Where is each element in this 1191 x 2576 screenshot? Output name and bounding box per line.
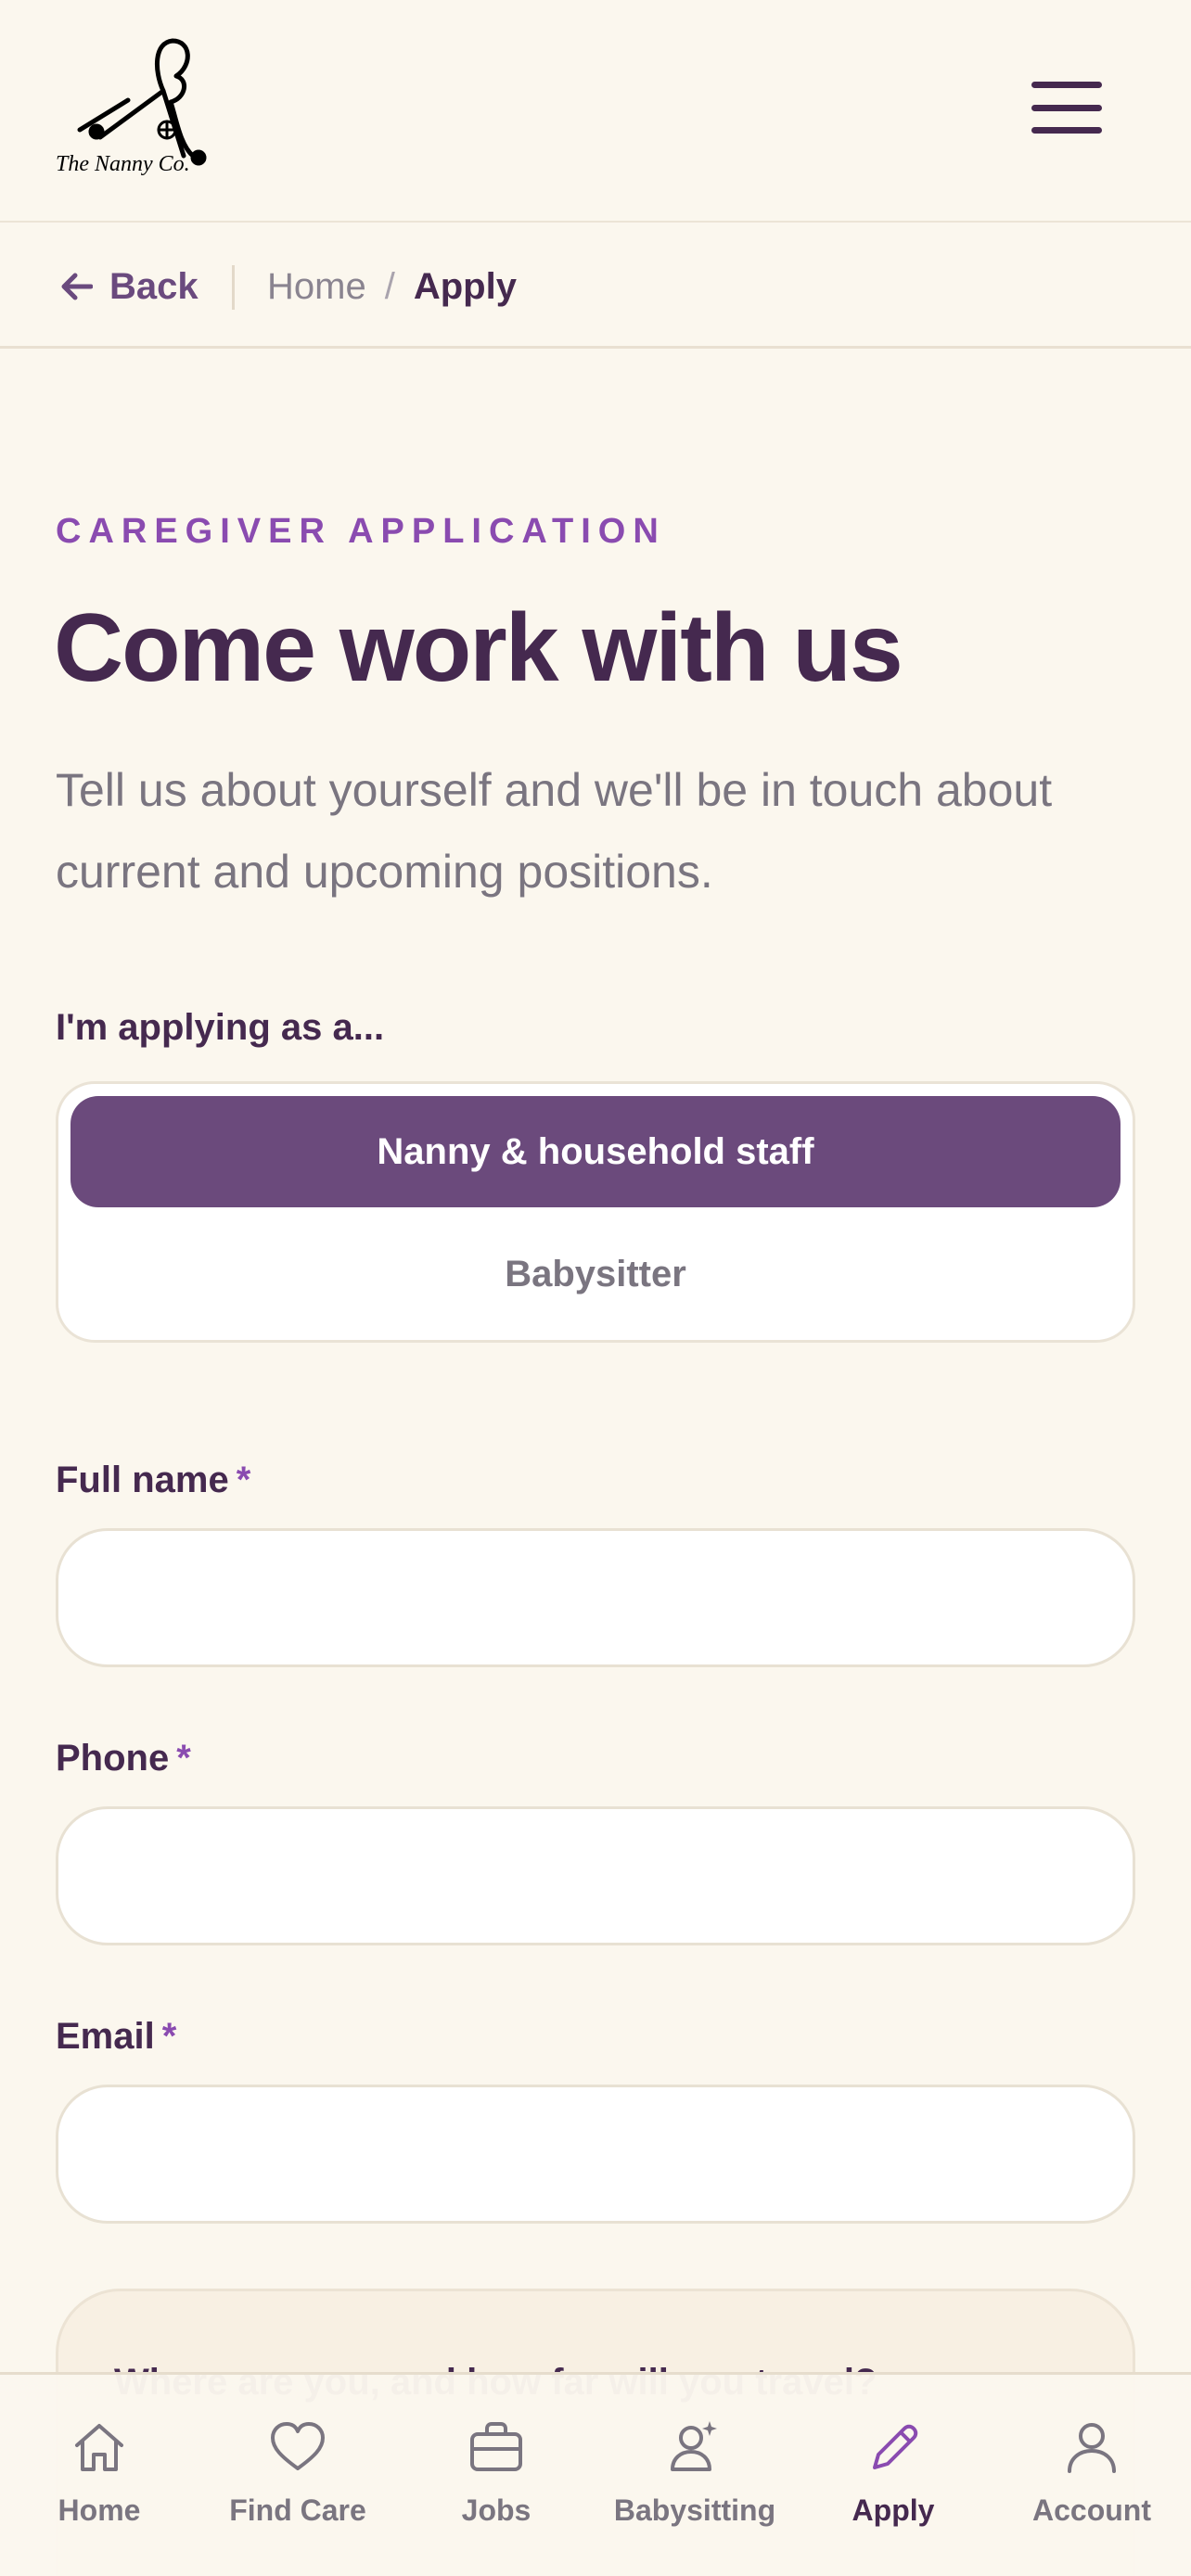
- nav-label-account: Account: [1032, 2493, 1151, 2527]
- page-subtitle: Tell us about yourself and we'll be in t…: [56, 764, 1053, 898]
- menu-bar: [1031, 82, 1102, 88]
- user-icon: [1068, 2423, 1116, 2473]
- back-label: Back: [109, 265, 198, 307]
- breadcrumb-bar: Back Home / Apply: [0, 224, 1191, 349]
- heart-icon: [271, 2422, 325, 2470]
- required-mark: *: [236, 1460, 251, 1500]
- role-label: I'm applying as a...: [56, 1007, 385, 1048]
- nav-label-babysitting: Babysitting: [613, 2493, 776, 2527]
- nav-item-home[interactable]: Home: [0, 2375, 198, 2576]
- role-selector: Nanny & household staff Babysitter: [56, 1081, 1135, 1343]
- nanny-co-logo[interactable]: The Nanny Co.: [54, 33, 230, 187]
- breadcrumb-home-link[interactable]: Home: [267, 266, 366, 308]
- full-name-input[interactable]: [56, 1528, 1135, 1667]
- required-mark: *: [176, 1738, 191, 1779]
- page-eyebrow: CAREGIVER APPLICATION: [56, 512, 666, 551]
- phone-label-text: Phone: [56, 1738, 170, 1779]
- role-option-nanny[interactable]: Nanny & household staff: [70, 1096, 1121, 1207]
- email-input[interactable]: [56, 2085, 1135, 2224]
- nanny-co-logo-mark: The Nanny Co.: [56, 38, 207, 176]
- nav-item-find-care[interactable]: Find Care: [198, 2375, 397, 2576]
- svg-text:The Nanny Co.: The Nanny Co.: [56, 152, 190, 176]
- hamburger-menu-icon[interactable]: [1031, 82, 1102, 134]
- back-button[interactable]: Back: [61, 260, 198, 313]
- phone-label: Phone *: [56, 1738, 191, 1779]
- email-label-text: Email: [56, 2016, 155, 2057]
- breadcrumb: Home / Apply: [267, 260, 517, 313]
- page-title: Come work with us: [54, 594, 903, 702]
- nav-label-home: Home: [58, 2493, 141, 2527]
- site-header: The Nanny Co.: [0, 0, 1191, 223]
- briefcase-icon: [470, 2422, 522, 2471]
- home-icon: [75, 2424, 123, 2471]
- phone-input[interactable]: [56, 1806, 1135, 1945]
- full-name-label-text: Full name: [56, 1460, 229, 1500]
- required-mark: *: [161, 2016, 177, 2057]
- nav-item-apply[interactable]: Apply: [794, 2375, 992, 2576]
- nav-label-apply: Apply: [852, 2493, 935, 2527]
- breadcrumb-current: Apply: [413, 265, 517, 307]
- breadcrumb-separator: /: [384, 265, 395, 307]
- nav-item-account[interactable]: Account: [992, 2375, 1191, 2576]
- pencil-icon: [873, 2424, 918, 2469]
- email-label: Email *: [56, 2016, 176, 2058]
- menu-bar: [1031, 127, 1102, 134]
- babysitting-icon: [671, 2421, 717, 2471]
- nav-item-jobs[interactable]: Jobs: [397, 2375, 596, 2576]
- full-name-label: Full name *: [56, 1460, 250, 1501]
- nav-label-jobs: Jobs: [461, 2493, 531, 2527]
- menu-bar: [1031, 104, 1102, 111]
- role-option-babysitter[interactable]: Babysitter: [70, 1218, 1121, 1330]
- arrow-left-icon: [61, 273, 93, 300]
- nav-label-find-care: Find Care: [229, 2493, 366, 2527]
- breadcrumb-divider: [232, 265, 235, 310]
- bottom-nav: Home Find Care Jobs Babysitting Apply Ac…: [0, 2372, 1191, 2576]
- nav-item-babysitting[interactable]: Babysitting: [596, 2375, 794, 2576]
